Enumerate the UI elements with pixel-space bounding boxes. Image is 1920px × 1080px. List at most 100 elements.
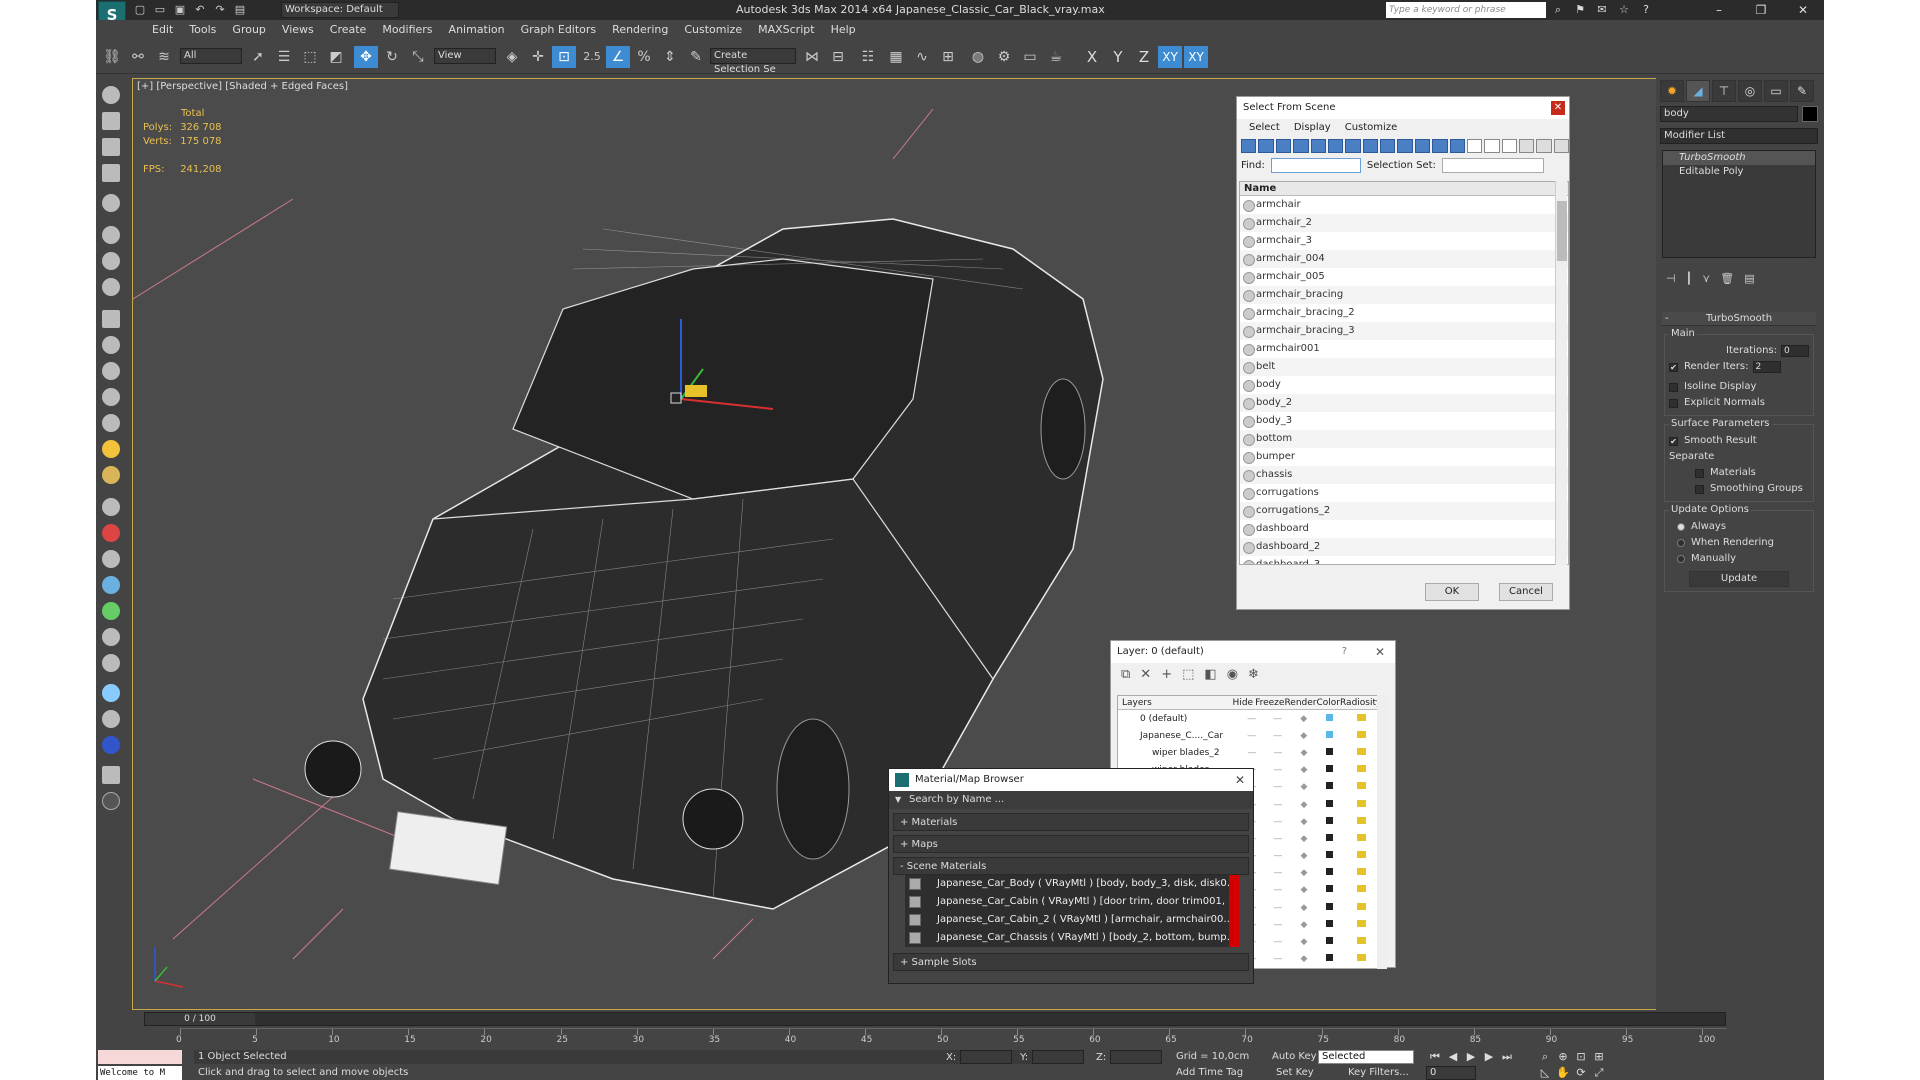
minimize-icon[interactable]: – bbox=[1698, 0, 1740, 20]
smooth-result-checkbox[interactable]: ✔ bbox=[1669, 436, 1678, 446]
col-radiosity[interactable]: Radiosity bbox=[1340, 696, 1380, 709]
layer-radiosity-toggle[interactable] bbox=[1343, 851, 1380, 861]
undo-icon[interactable]: ↶ bbox=[192, 2, 208, 18]
layer-freeze-toggle[interactable]: — bbox=[1265, 868, 1291, 878]
tent-icon[interactable] bbox=[102, 550, 120, 568]
display-cameras-icon[interactable] bbox=[1293, 139, 1309, 153]
go-to-end-icon[interactable]: ⏭ bbox=[1498, 1050, 1516, 1064]
grid-icon[interactable] bbox=[102, 164, 120, 182]
play-icon[interactable]: ▶ bbox=[1462, 1050, 1480, 1063]
sound-icon[interactable] bbox=[102, 252, 120, 270]
layer-radiosity-toggle[interactable] bbox=[1343, 885, 1380, 895]
sphere-blue-icon[interactable] bbox=[102, 576, 120, 594]
modify-tab-icon[interactable]: ◢ bbox=[1686, 80, 1710, 102]
layer-radiosity-toggle[interactable] bbox=[1343, 937, 1380, 947]
unlink-icon[interactable]: ⚯ bbox=[126, 46, 150, 68]
bind-space-warp-icon[interactable]: ≋ bbox=[152, 46, 176, 68]
sfs-menu-display[interactable]: Display bbox=[1294, 119, 1331, 137]
layer-freeze-toggle[interactable]: — bbox=[1265, 954, 1291, 964]
layer-render-toggle[interactable]: ◆ bbox=[1291, 851, 1317, 861]
layer-color-cell[interactable] bbox=[1317, 816, 1343, 827]
modifier-list-dropdown[interactable]: Modifier List bbox=[1660, 128, 1818, 144]
list-item[interactable]: armchair_bracing bbox=[1240, 286, 1568, 304]
menu-maxscript[interactable]: MAXScript bbox=[750, 20, 822, 40]
menu-views[interactable]: Views bbox=[274, 20, 322, 40]
teapot-icon[interactable] bbox=[102, 86, 120, 104]
layer-freeze-toggle[interactable]: — bbox=[1265, 714, 1291, 724]
layer-render-toggle[interactable]: ◆ bbox=[1291, 885, 1317, 895]
workspace-dropdown[interactable]: Workspace: Default bbox=[281, 2, 399, 18]
materials-section[interactable]: + Materials bbox=[893, 813, 1249, 831]
layer-radiosity-toggle[interactable] bbox=[1343, 902, 1380, 913]
remove-modifier-icon[interactable]: 🗑 bbox=[1720, 272, 1734, 290]
when-rendering-radio[interactable] bbox=[1677, 539, 1685, 547]
new-layer-icon[interactable]: ⧉ bbox=[1121, 667, 1130, 682]
axis-z-button[interactable]: Z bbox=[1132, 46, 1156, 68]
track-bar[interactable]: 0 5 10 15 20 25 30 35 40 45 50 55 60 65 70 75 80 85 90 95 10… bbox=[176, 1028, 1726, 1045]
search-input[interactable]: Type a keyword or phrase bbox=[1386, 2, 1546, 18]
stack-item-editable-poly[interactable]: Editable Poly bbox=[1663, 165, 1815, 179]
cancel-button[interactable]: Cancel bbox=[1499, 583, 1553, 601]
layer-render-toggle[interactable]: ◆ bbox=[1291, 817, 1317, 827]
layer-freeze-toggle[interactable]: — bbox=[1265, 920, 1291, 930]
document-icon[interactable] bbox=[102, 138, 120, 156]
material-row[interactable]: Japanese_Car_Body ( VRayMtl ) [body, bod… bbox=[905, 875, 1239, 893]
layer-render-toggle[interactable]: ◆ bbox=[1291, 903, 1317, 913]
x-input[interactable] bbox=[960, 1050, 1013, 1064]
pan-icon[interactable]: ✋ bbox=[1554, 1066, 1572, 1079]
find-input[interactable] bbox=[1270, 157, 1361, 173]
search-by-name-input[interactable]: ▼ Search by Name ... bbox=[889, 791, 1253, 809]
rollout-header[interactable]: - TurboSmooth bbox=[1662, 312, 1816, 326]
auto-key-button[interactable]: Auto Key bbox=[1272, 1050, 1317, 1064]
layer-render-toggle[interactable]: ◆ bbox=[1291, 954, 1317, 964]
select-by-name-icon[interactable]: ☰ bbox=[272, 46, 296, 68]
rect-selection-icon[interactable]: ⬚ bbox=[298, 46, 322, 68]
pivot-center-icon[interactable]: ◈ bbox=[500, 46, 524, 68]
key-filter-dropdown[interactable]: Selected bbox=[1318, 1050, 1414, 1064]
list-item[interactable]: armchair_bracing_3 bbox=[1240, 322, 1568, 340]
go-to-start-icon[interactable]: ⏮ bbox=[1426, 1050, 1444, 1064]
mirror-icon[interactable]: ⋈ bbox=[800, 46, 824, 68]
binoculars-icon[interactable]: ⌕ bbox=[1550, 2, 1566, 18]
layer-color-cell[interactable] bbox=[1317, 937, 1343, 947]
material-row[interactable]: Japanese_Car_Cabin_2 ( VRayMtl ) [armcha… bbox=[905, 911, 1239, 929]
close-icon[interactable]: ✕ bbox=[1375, 641, 1385, 663]
layer-color-cell[interactable] bbox=[1317, 713, 1343, 724]
materials-checkbox[interactable] bbox=[1695, 468, 1704, 478]
layer-freeze-toggle[interactable]: — bbox=[1265, 937, 1291, 947]
render-frame-icon[interactable] bbox=[102, 112, 120, 130]
display-invert-icon[interactable] bbox=[1484, 139, 1500, 153]
make-unique-icon[interactable]: ⋎ bbox=[1702, 272, 1710, 290]
material-row[interactable]: Japanese_Car_Cabin ( VRayMtl ) [door tri… bbox=[905, 893, 1239, 911]
layer-color-cell[interactable] bbox=[1317, 868, 1343, 878]
isoline-checkbox[interactable] bbox=[1669, 382, 1678, 392]
redo-icon[interactable]: ↷ bbox=[212, 2, 228, 18]
list-item[interactable]: body_3 bbox=[1240, 412, 1568, 430]
display-spacewarps-icon[interactable] bbox=[1327, 139, 1344, 153]
help-icon[interactable]: ? bbox=[1638, 2, 1654, 18]
layer-freeze-toggle[interactable]: — bbox=[1265, 885, 1291, 895]
display-bones-icon[interactable] bbox=[1380, 139, 1396, 153]
layer-color-cell[interactable] bbox=[1317, 885, 1343, 895]
welcome-text[interactable]: Welcome to M bbox=[98, 1066, 182, 1080]
layer-row[interactable]: wiper blades_2— — ◆ bbox=[1118, 744, 1380, 761]
z-input[interactable] bbox=[1110, 1050, 1163, 1064]
highlight-layer-icon[interactable]: ◧ bbox=[1204, 667, 1216, 682]
display-groups-icon[interactable] bbox=[1345, 139, 1361, 153]
display-geometry-icon[interactable] bbox=[1241, 139, 1257, 153]
menu-group[interactable]: Group bbox=[224, 20, 274, 40]
list-item[interactable]: dashboard_3 bbox=[1240, 556, 1568, 564]
select-and-scale-icon[interactable]: ⤡ bbox=[406, 46, 430, 68]
axis-x-button[interactable]: X bbox=[1080, 46, 1104, 68]
orbit-icon[interactable]: ⟳ bbox=[1572, 1066, 1590, 1079]
select-and-move-icon[interactable]: ✥ bbox=[354, 46, 378, 68]
camera-icon[interactable] bbox=[102, 710, 120, 728]
menu-customize[interactable]: Customize bbox=[676, 20, 750, 40]
select-object-icon[interactable]: ➚ bbox=[246, 46, 270, 68]
iterations-spinner[interactable]: 0 bbox=[1781, 345, 1809, 357]
display-xrefs-icon[interactable] bbox=[1362, 139, 1378, 153]
communication-icon[interactable]: ✉ bbox=[1594, 2, 1610, 18]
list-item[interactable]: body_2 bbox=[1240, 394, 1568, 412]
window-crossing-icon[interactable]: ◩ bbox=[324, 46, 348, 68]
menu-graph-editors[interactable]: Graph Editors bbox=[513, 20, 605, 40]
